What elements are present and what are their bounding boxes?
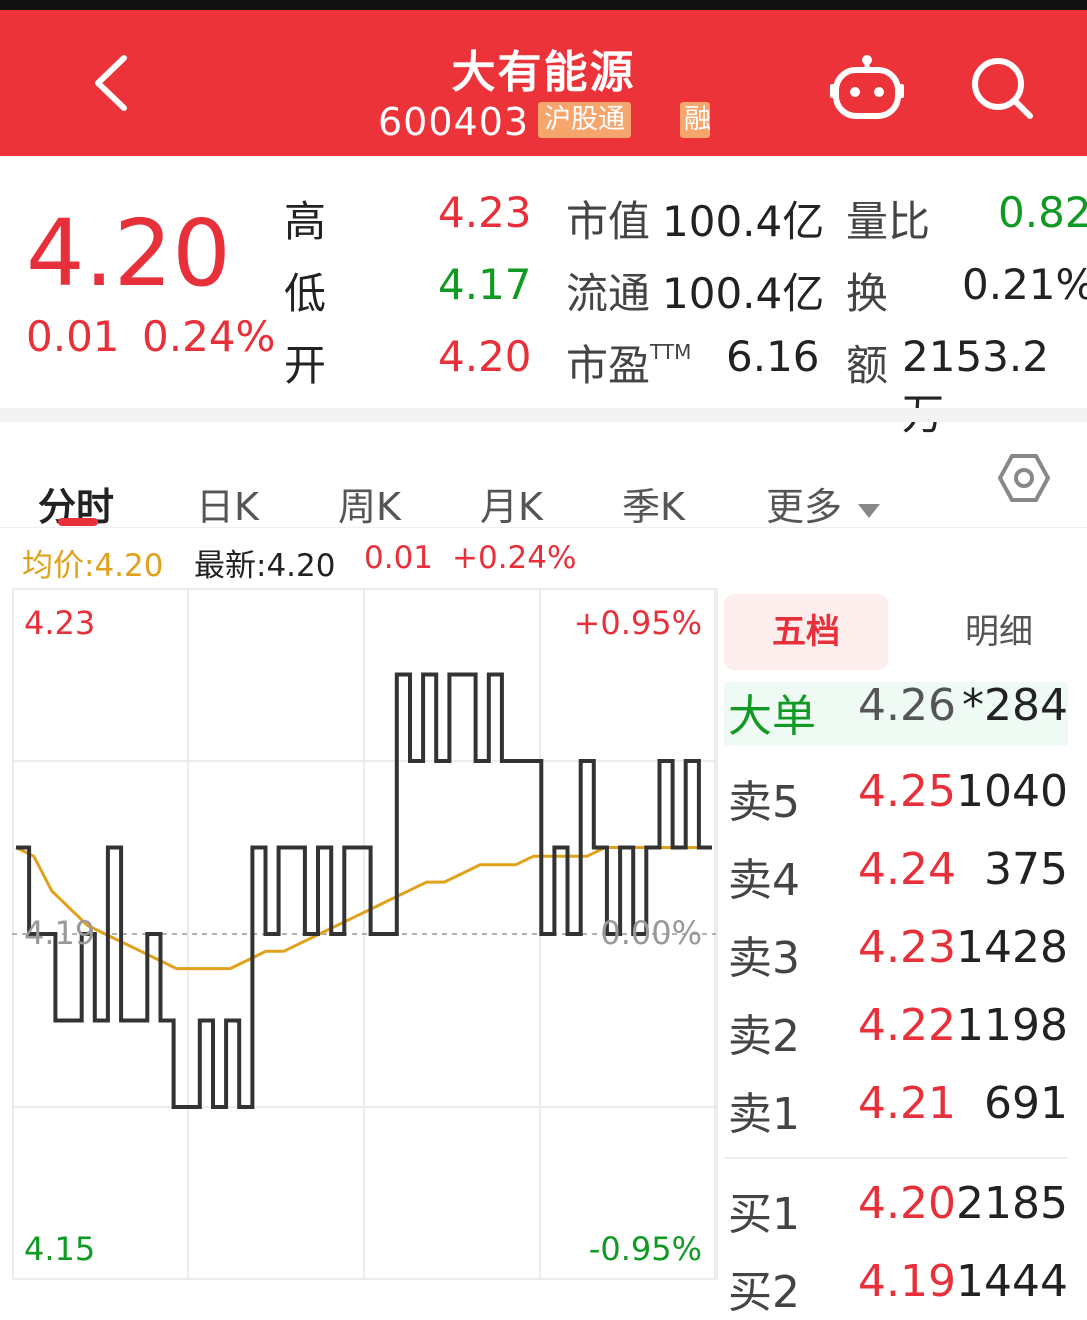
y-max-label: 4.23 [24, 604, 95, 642]
intraday-chart[interactable]: 4.23 4.19 4.15 +0.95% 0.00% -0.95% [12, 588, 716, 1280]
current-price: 4.20 [26, 200, 231, 307]
tab-five-levels[interactable]: 五档 [724, 594, 888, 670]
sell-level-price: 4.23 [858, 922, 956, 973]
high-value: 4.23 [438, 188, 532, 237]
latest-change-pct: +0.24% [452, 540, 577, 576]
sell-level-vol: 1428 [956, 922, 1068, 973]
order-book-panel: 五档 明细 大单 4.26 *284 卖5 4.25 1040 卖4 4.24 375 卖3… [716, 588, 1087, 1318]
sell-level-label: 卖4 [728, 855, 800, 906]
sell-level-vol: 375 [984, 844, 1068, 895]
open-label: 开 [284, 341, 327, 390]
buy-level-row[interactable]: 买2 4.19 1444 [728, 1256, 1068, 1320]
stock-code: 600403 [378, 100, 530, 144]
turnover-label: 换 [846, 269, 889, 318]
sell-level-vol: 1198 [956, 1000, 1068, 1051]
buy-level-price: 4.20 [858, 1178, 956, 1229]
y-mid-label: 4.19 [24, 914, 95, 952]
app-header: 大有能源 600403 沪股通 融 [0, 10, 1087, 156]
buy-level-price: 4.19 [858, 1256, 956, 1307]
big-order-vol: *284 [962, 680, 1068, 731]
turnover-value: 0.21% [962, 260, 1087, 309]
price-change-pct: 0.24% [142, 312, 276, 361]
latest-change: 0.01 [364, 540, 434, 576]
dropdown-icon [858, 503, 881, 518]
low-value: 4.17 [438, 260, 532, 309]
sell-level-label: 卖1 [728, 1089, 800, 1140]
sell-level-price: 4.24 [858, 844, 956, 895]
big-order-label: 大单 [728, 691, 816, 742]
pe-ttm-sup: TTM [650, 340, 692, 364]
stock-name: 大有能源 [451, 47, 636, 98]
sell-level-row[interactable]: 卖5 4.25 1040 [728, 766, 1068, 830]
chart-tabs: 分时 日K 周K 月K 季K 更多 [0, 422, 1087, 531]
low-label: 低 [284, 269, 327, 318]
search-icon[interactable] [970, 56, 1034, 120]
sell-level-row[interactable]: 卖4 4.24 375 [728, 844, 1068, 908]
buy-level-row[interactable]: 买1 4.20 2185 [728, 1178, 1068, 1242]
buy-level-vol: 1444 [956, 1256, 1068, 1307]
big-order-price: 4.26 [858, 680, 956, 731]
sell-level-label: 卖3 [728, 933, 800, 984]
price-change: 0.01 [26, 312, 120, 361]
vol-ratio-label: 量比 [846, 197, 931, 246]
avg-price: 均价:4.20 [22, 548, 164, 584]
tab-details[interactable]: 明细 [924, 594, 1074, 670]
tab-more[interactable]: 更多 [766, 476, 882, 531]
settings-icon[interactable] [998, 452, 1050, 504]
pe-value: 6.16 [726, 332, 820, 381]
buy-level-label: 买1 [728, 1189, 800, 1240]
vol-ratio-value: 0.82 [998, 188, 1087, 237]
pct-min-label: -0.95% [589, 1230, 702, 1268]
order-book-tabs: 五档 明细 [724, 594, 1081, 670]
tag-hk-connect[interactable]: 沪股通 [538, 102, 631, 138]
pct-mid-label: 0.00% [600, 914, 702, 952]
tab-monthly-k[interactable]: 月K [480, 476, 543, 531]
sell-level-vol: 1040 [956, 766, 1068, 817]
float-label: 流通 [566, 269, 651, 318]
buy-level-label: 买2 [728, 1267, 800, 1318]
panel-divider [716, 588, 718, 1280]
high-label: 高 [284, 197, 327, 246]
big-order: 大单 4.26 *284 [728, 680, 1068, 744]
tab-weekly-k[interactable]: 周K [338, 476, 401, 531]
amount-label: 额 [846, 341, 889, 390]
status-bar [0, 0, 1087, 10]
tag-margin[interactable]: 融 [680, 102, 710, 138]
book-divider [724, 1157, 1068, 1159]
active-tab-indicator [58, 518, 98, 526]
mktcap-label: 市值 [566, 197, 651, 246]
tab-quarterly-k[interactable]: 季K [622, 476, 685, 531]
pe-label: 市盈TTM [566, 340, 692, 390]
sell-level-price: 4.22 [858, 1000, 956, 1051]
open-value: 4.20 [438, 332, 532, 381]
pct-max-label: +0.95% [574, 604, 702, 642]
tab-daily-k[interactable]: 日K [196, 476, 259, 531]
sell-level-label: 卖5 [728, 777, 800, 828]
latest-price: 最新:4.20 [194, 548, 336, 584]
sell-level-label: 卖2 [728, 1011, 800, 1062]
sell-level-vol: 691 [984, 1078, 1068, 1129]
robot-icon[interactable] [830, 52, 904, 124]
sell-level-row[interactable]: 卖2 4.22 1198 [728, 1000, 1068, 1064]
sell-level-price: 4.25 [858, 766, 956, 817]
float-value: 100.4亿 [662, 269, 825, 318]
sell-level-row[interactable]: 卖1 4.21 691 [728, 1078, 1068, 1142]
section-gap [0, 408, 1087, 422]
mktcap-value: 100.4亿 [662, 197, 825, 246]
sell-level-price: 4.21 [858, 1078, 956, 1129]
buy-level-vol: 2185 [956, 1178, 1068, 1229]
sell-level-row[interactable]: 卖3 4.23 1428 [728, 922, 1068, 986]
y-min-label: 4.15 [24, 1230, 95, 1268]
